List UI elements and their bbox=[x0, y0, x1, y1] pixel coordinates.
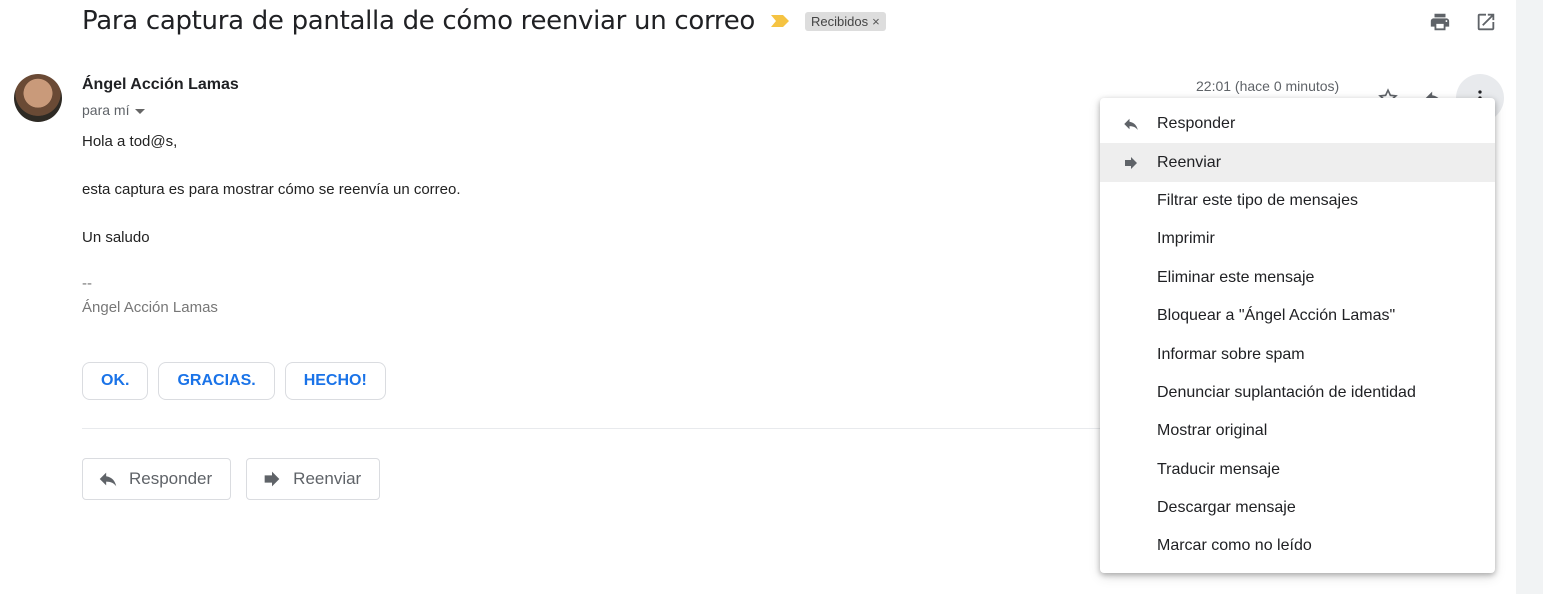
menu-item-label: Imprimir bbox=[1157, 230, 1215, 248]
importance-marker-icon[interactable] bbox=[769, 13, 791, 29]
menu-item-label: Mostrar original bbox=[1157, 422, 1268, 440]
forward-button[interactable]: Reenviar bbox=[246, 458, 381, 500]
menu-item-reply[interactable]: Responder bbox=[1100, 105, 1495, 143]
menu-item-label: Bloquear a "Ángel Acción Lamas" bbox=[1157, 307, 1396, 325]
message-timestamp: 22:01 (hace 0 minutos) bbox=[1196, 78, 1340, 94]
reply-button[interactable]: Responder bbox=[82, 458, 232, 500]
open-in-new-window-icon[interactable] bbox=[1474, 10, 1498, 34]
body-greeting: Hola a tod@s, bbox=[82, 133, 178, 150]
forward-icon bbox=[264, 471, 280, 487]
sender-avatar[interactable] bbox=[14, 74, 62, 122]
menu-item-mark-unread[interactable]: Marcar como no leído bbox=[1100, 527, 1495, 565]
menu-item-label: Denunciar suplantación de identidad bbox=[1157, 383, 1416, 401]
window-scrollbar-gutter bbox=[1516, 0, 1543, 594]
reply-button-label: Responder bbox=[129, 469, 213, 488]
reply-icon bbox=[99, 472, 117, 487]
label-chip-inbox: Recibidos × bbox=[805, 11, 886, 31]
reply-icon bbox=[1124, 118, 1138, 131]
menu-item-report-spam[interactable]: Informar sobre spam bbox=[1100, 335, 1495, 373]
menu-item-report-phishing[interactable]: Denunciar suplantación de identidad bbox=[1100, 374, 1495, 412]
menu-item-delete[interactable]: Eliminar este mensaje bbox=[1100, 259, 1495, 297]
menu-item-label: Filtrar este tipo de mensajes bbox=[1157, 191, 1358, 209]
smart-reply-ok[interactable]: OK. bbox=[82, 362, 149, 400]
subject-row: Para captura de pantalla de cómo reenvia… bbox=[82, 6, 886, 36]
forward-icon bbox=[1125, 156, 1137, 169]
menu-item-translate[interactable]: Traducir mensaje bbox=[1100, 451, 1495, 489]
menu-item-label: Descargar mensaje bbox=[1157, 499, 1296, 517]
body-closing: Un saludo bbox=[82, 229, 150, 246]
menu-item-forward[interactable]: Reenviar bbox=[1100, 143, 1495, 182]
subject-title: Para captura de pantalla de cómo reenvia… bbox=[82, 6, 756, 36]
menu-item-block[interactable]: Bloquear a "Ángel Acción Lamas" bbox=[1100, 297, 1495, 335]
signature-separator: -- bbox=[82, 275, 92, 292]
divider bbox=[82, 428, 1112, 429]
smart-reply-gracias[interactable]: GRACIAS. bbox=[158, 362, 275, 400]
menu-item-label: Traducir mensaje bbox=[1157, 460, 1281, 478]
sender-name[interactable]: Ángel Acción Lamas bbox=[82, 76, 239, 94]
chevron-down-icon bbox=[135, 108, 146, 114]
label-chip-text: Recibidos bbox=[811, 13, 869, 29]
recipient-details-toggle[interactable]: para mí bbox=[82, 102, 146, 118]
more-options-menu: Responder Reenviar Filtrar este tipo de … bbox=[1100, 98, 1495, 573]
print-icon[interactable] bbox=[1428, 10, 1452, 34]
signature: Ángel Acción Lamas bbox=[82, 299, 218, 316]
body-line: esta captura es para mostrar cómo se ree… bbox=[82, 181, 461, 198]
recipient-label: para mí bbox=[82, 102, 130, 118]
menu-item-label: Marcar como no leído bbox=[1157, 537, 1312, 555]
forward-button-label: Reenviar bbox=[293, 469, 362, 488]
smart-reply-hecho[interactable]: HECHO! bbox=[284, 362, 386, 400]
menu-item-label: Informar sobre spam bbox=[1157, 345, 1305, 363]
menu-item-show-original[interactable]: Mostrar original bbox=[1100, 412, 1495, 450]
menu-item-download[interactable]: Descargar mensaje bbox=[1100, 489, 1495, 527]
smart-replies: OK. GRACIAS. HECHO! bbox=[82, 362, 386, 400]
menu-item-label: Reenviar bbox=[1157, 153, 1222, 171]
bottom-actions: Responder Reenviar bbox=[82, 458, 381, 500]
menu-item-print[interactable]: Imprimir bbox=[1100, 220, 1495, 258]
menu-item-label: Responder bbox=[1157, 115, 1236, 133]
menu-item-filter[interactable]: Filtrar este tipo de mensajes bbox=[1100, 182, 1495, 220]
thread-toolbar bbox=[1428, 10, 1498, 34]
remove-label-icon[interactable]: × bbox=[872, 14, 880, 29]
menu-item-label: Eliminar este mensaje bbox=[1157, 268, 1315, 286]
